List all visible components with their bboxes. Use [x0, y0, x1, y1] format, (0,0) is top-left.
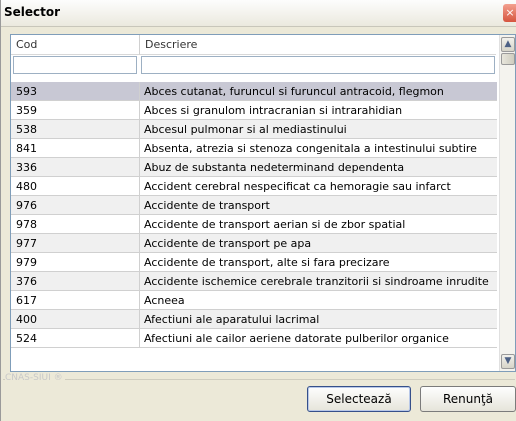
filter-cod-input[interactable]	[13, 56, 137, 74]
table-row[interactable]: 976 Accidente de transport	[11, 196, 497, 215]
table-row[interactable]: 977 Accidente de transport pe apa	[11, 234, 497, 253]
table-row[interactable]: 979 Accidente de transport, alte si fara …	[11, 253, 497, 272]
cell-descriere: Acneea	[144, 294, 185, 307]
table-row[interactable]: 480 Accident cerebral nespecificat ca hem…	[11, 177, 497, 196]
cell-cod: 400	[16, 313, 37, 326]
cell-cod: 480	[16, 180, 37, 193]
footer-divider	[3, 379, 515, 380]
column-separator	[139, 139, 140, 158]
vertical-scrollbar[interactable]: ▲ ▼	[499, 35, 515, 371]
table-row[interactable]: 400 Afectiuni ale aparatului lacrimal	[11, 310, 497, 329]
cell-descriere: Abces si granulom intracranian si intrar…	[144, 104, 403, 117]
column-separator	[139, 234, 140, 253]
cell-cod: 359	[16, 104, 37, 117]
cell-cod: 977	[16, 237, 37, 250]
table-row[interactable]: 524 Afectiuni ale cailor aeriene datorate…	[11, 329, 497, 348]
cell-cod: 976	[16, 199, 37, 212]
cell-descriere: Absenta, atrezia si stenoza congenitala …	[144, 142, 477, 155]
column-separator	[139, 272, 140, 291]
cell-descriere: Accidente ischemice cerebrale tranzitori…	[144, 275, 489, 288]
selector-grid: Cod Descriere 593 Abces cutanat, furuncul…	[10, 34, 516, 372]
column-separator	[139, 120, 140, 139]
column-header-descriere[interactable]: Descriere	[140, 35, 496, 55]
column-separator	[139, 291, 140, 310]
selector-dialog: Selector × Cod Descriere 593 Abces cutana…	[0, 0, 516, 421]
column-separator	[139, 215, 140, 234]
table-row[interactable]: 978 Accidente de transport aerian si de z…	[11, 215, 497, 234]
brand-label: CNAS-SIUI ®	[5, 373, 65, 383]
cell-descriere: Accident cerebral nespecificat ca hemora…	[144, 180, 451, 193]
column-separator	[139, 158, 140, 177]
cell-cod: 538	[16, 123, 37, 136]
select-button[interactable]: Selectează	[307, 386, 411, 412]
column-header-cod-label: Cod	[16, 38, 38, 51]
scroll-thumb[interactable]	[501, 53, 515, 65]
column-separator	[139, 253, 140, 272]
table-row[interactable]: 538 Abcesul pulmonar si al mediastinului	[11, 120, 497, 139]
table-row[interactable]: 336 Abuz de substanta nedeterminand depen…	[11, 158, 497, 177]
column-header-cod[interactable]: Cod	[11, 35, 140, 55]
cell-descriere: Accidente de transport	[144, 199, 270, 212]
title-bar: Selector ×	[1, 0, 516, 27]
cancel-button[interactable]: Renunţă	[420, 386, 516, 412]
cell-cod: 336	[16, 161, 37, 174]
column-separator	[139, 329, 140, 348]
cell-descriere: Abuz de substanta nedeterminand dependen…	[144, 161, 405, 174]
cell-cod: 376	[16, 275, 37, 288]
column-separator	[139, 177, 140, 196]
cell-descriere: Afectiuni ale cailor aeriene datorate pu…	[144, 332, 449, 345]
table-row[interactable]: 841 Absenta, atrezia si stenoza congenita…	[11, 139, 497, 158]
cell-descriere: Abces cutanat, furuncul si furuncul antr…	[144, 85, 444, 98]
column-header-descriere-label: Descriere	[145, 38, 198, 51]
cell-cod: 524	[16, 332, 37, 345]
column-separator	[139, 310, 140, 329]
cell-descriere: Accidente de transport aerian si de zbor…	[144, 218, 406, 231]
scroll-down-icon[interactable]: ▼	[501, 354, 515, 369]
cell-cod: 979	[16, 256, 37, 269]
table-row[interactable]: 593 Abces cutanat, furuncul si furuncul a…	[11, 82, 497, 101]
close-icon[interactable]: ×	[503, 4, 516, 22]
cell-descriere: Abcesul pulmonar si al mediastinului	[144, 123, 347, 136]
table-row[interactable]: 376 Accidente ischemice cerebrale tranzit…	[11, 272, 497, 291]
cell-cod: 841	[16, 142, 37, 155]
cell-descriere: Accidente de transport pe apa	[144, 237, 312, 250]
grid-rows: 593 Abces cutanat, furuncul si furuncul a…	[11, 82, 497, 348]
column-separator	[139, 82, 140, 101]
cell-descriere: Accidente de transport, alte si fara pre…	[144, 256, 390, 269]
column-separator	[139, 196, 140, 215]
cell-cod: 593	[16, 85, 37, 98]
cell-descriere: Afectiuni ale aparatului lacrimal	[144, 313, 320, 326]
cell-cod: 978	[16, 218, 37, 231]
table-row[interactable]: 617 Acneea	[11, 291, 497, 310]
scroll-up-icon[interactable]: ▲	[501, 37, 515, 52]
window-title: Selector	[4, 5, 61, 19]
table-row[interactable]: 359 Abces si granulom intracranian si int…	[11, 101, 497, 120]
filter-descriere-input[interactable]	[141, 56, 495, 74]
cell-cod: 617	[16, 294, 37, 307]
column-separator	[139, 101, 140, 120]
